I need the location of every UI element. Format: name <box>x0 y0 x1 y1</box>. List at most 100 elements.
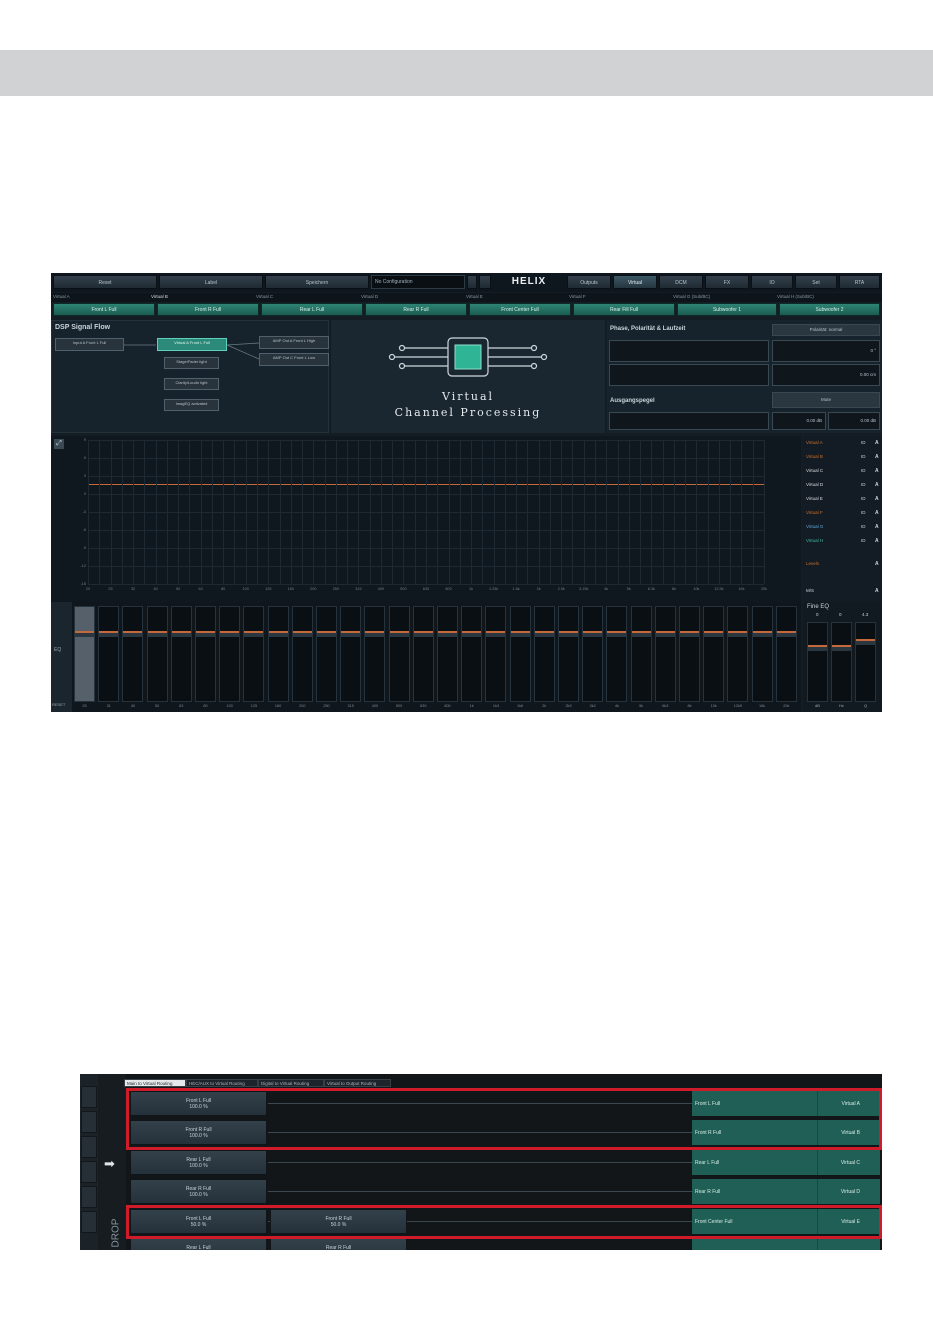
levels-icon[interactable]: A <box>875 561 879 567</box>
source-block[interactable]: Rear L Full 100.0 % <box>130 1149 267 1175</box>
fader-cap[interactable] <box>123 631 143 637</box>
fader-cap[interactable] <box>244 631 264 637</box>
eq-fader[interactable] <box>195 606 216 702</box>
eq-fader[interactable] <box>606 606 628 702</box>
flow-node-stage[interactable]: Stage/Fader light <box>164 357 219 369</box>
side-button[interactable] <box>81 1136 97 1158</box>
eq-fader[interactable] <box>243 606 265 702</box>
eq-fader[interactable] <box>727 606 749 702</box>
fader-cap[interactable] <box>99 631 119 637</box>
fader-cap[interactable] <box>631 631 651 637</box>
virtual-list-item[interactable]: Virtual E <box>806 496 823 501</box>
zoom-icon[interactable]: ⤢ <box>54 439 64 449</box>
eq-fader[interactable] <box>388 606 410 702</box>
fader-cap[interactable] <box>607 631 627 637</box>
fader-cap[interactable] <box>389 631 409 637</box>
fine-eq-freq[interactable]: 0 <box>839 612 842 617</box>
io-button[interactable]: IO <box>751 275 793 289</box>
flow-node-imageq[interactable]: ImagEQ activated <box>164 399 219 411</box>
eq-fader[interactable] <box>775 606 797 702</box>
flow-node-clarity[interactable]: Clarity/Loudn light <box>164 378 219 390</box>
destination-block[interactable]: Rear L Full Virtual C <box>692 1149 880 1175</box>
fader-cap[interactable] <box>171 631 191 637</box>
virtual-a-icon[interactable]: A <box>875 468 879 474</box>
side-button[interactable] <box>81 1111 97 1133</box>
save-button[interactable]: Speichern <box>265 275 369 289</box>
eq-fader[interactable] <box>267 606 289 702</box>
channel-button[interactable]: Rear L Full <box>261 303 363 316</box>
channel-button[interactable]: Subwoofer 2 <box>779 303 880 316</box>
flow-node-input[interactable]: Input A Front L Full <box>55 338 124 351</box>
delay-value[interactable]: 0.00 cm <box>772 364 880 386</box>
eq-fader[interactable] <box>630 606 652 702</box>
virtual-a-icon[interactable]: A <box>875 454 879 460</box>
eq-fader[interactable] <box>219 606 241 702</box>
eq-fader[interactable] <box>412 606 434 702</box>
fader-cap[interactable] <box>776 631 796 637</box>
eq-fader[interactable] <box>437 606 458 702</box>
tab-virtual-to-output[interactable]: Virtual to Output Routing <box>324 1079 391 1087</box>
eq-fader[interactable] <box>316 606 337 702</box>
eq-fader[interactable] <box>751 606 773 702</box>
eq-fader[interactable] <box>74 606 95 702</box>
fine-eq-q[interactable]: 4.3 <box>862 612 868 617</box>
fader-cap[interactable] <box>510 631 530 637</box>
fader-cap[interactable] <box>704 631 724 637</box>
dcm-button[interactable]: DCM <box>659 275 703 289</box>
virtual-list-item[interactable]: Virtual F <box>806 510 823 515</box>
ms-icon[interactable]: A <box>875 588 879 594</box>
channel-button[interactable]: Rear R Full <box>365 303 467 316</box>
eq-fader[interactable] <box>364 606 386 702</box>
phase-slider[interactable] <box>609 340 769 362</box>
outputs-button[interactable]: Outputs <box>567 275 611 289</box>
eq-fader[interactable] <box>122 606 144 702</box>
fader-cap[interactable] <box>462 631 482 637</box>
tab-hec-aux[interactable]: HEC/AUX to Virtual Routing <box>186 1079 258 1087</box>
virtual-list-item[interactable]: Virtual H <box>806 538 823 543</box>
fader-cap[interactable] <box>220 631 240 637</box>
tab-digital[interactable]: Digital to Virtual Routing <box>258 1079 324 1087</box>
fader-cap[interactable] <box>728 631 748 637</box>
reset-button[interactable]: Reset <box>53 275 157 289</box>
fx-button[interactable]: FX <box>705 275 749 289</box>
eq-fader[interactable] <box>98 606 120 702</box>
virtual-check[interactable]: Virtual H (Sub/BC) <box>777 294 814 299</box>
destination-block[interactable]: Rear R Full Virtual D <box>692 1179 880 1205</box>
eq-fader[interactable] <box>291 606 313 702</box>
fader-cap[interactable] <box>752 631 772 637</box>
eq-fader[interactable] <box>461 606 483 702</box>
config-dropdown[interactable] <box>467 275 477 289</box>
virtual-check[interactable]: Virtual E <box>466 294 483 299</box>
fine-eq-fader[interactable] <box>855 622 876 702</box>
polarity-button[interactable]: Polarität: normal <box>772 324 880 336</box>
fader-cap[interactable] <box>583 631 603 637</box>
flow-node-virtual[interactable]: Virtual A Front L Full <box>157 338 227 351</box>
virtual-a-icon[interactable]: A <box>875 538 879 544</box>
eq-fader[interactable] <box>146 606 168 702</box>
source-block[interactable]: Rear R Full <box>270 1238 407 1250</box>
eq-fader[interactable] <box>582 606 604 702</box>
side-button[interactable] <box>81 1186 97 1208</box>
fader-cap[interactable] <box>438 631 457 637</box>
config-field[interactable]: No Configuration <box>371 275 465 289</box>
source-block[interactable]: Rear R Full 100.0 % <box>130 1179 267 1205</box>
delay-slider[interactable] <box>609 364 769 386</box>
eq-fader[interactable] <box>485 606 507 702</box>
virtual-check[interactable]: Virtual F <box>569 294 586 299</box>
eq-fader[interactable] <box>654 606 676 702</box>
destination-block[interactable] <box>692 1238 880 1250</box>
eq-reset-button[interactable]: RESET <box>52 702 65 707</box>
virtual-check[interactable]: Virtual D <box>361 294 378 299</box>
virtual-a-icon[interactable]: A <box>875 510 879 516</box>
fader-cap[interactable] <box>75 631 94 637</box>
source-block[interactable]: Rear L Full <box>130 1238 267 1250</box>
virtual-list-item[interactable]: Virtual D <box>806 482 823 487</box>
fine-eq-fader[interactable] <box>831 622 852 702</box>
fader-cap[interactable] <box>341 631 361 637</box>
virtual-check[interactable]: Virtual B <box>151 294 168 299</box>
fader-cap[interactable] <box>268 631 288 637</box>
fader-cap[interactable] <box>413 631 433 637</box>
channel-button[interactable]: Front R Full <box>157 303 259 316</box>
virtual-a-icon[interactable]: A <box>875 524 879 530</box>
fader-cap[interactable] <box>559 631 578 637</box>
